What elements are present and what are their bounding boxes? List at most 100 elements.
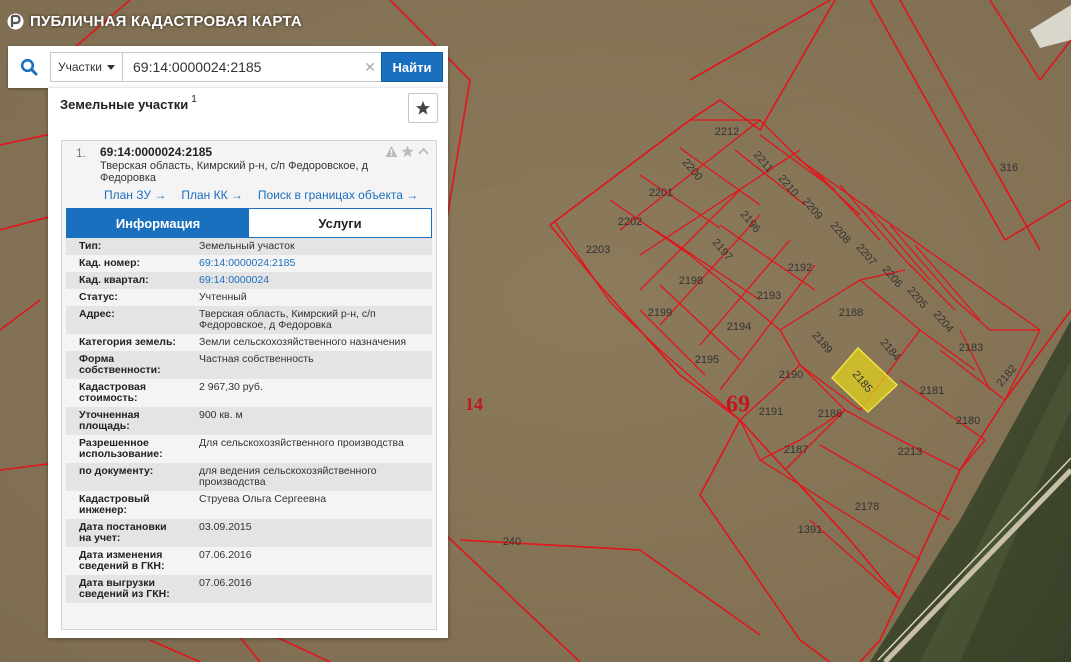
star-icon — [416, 101, 430, 115]
result-number: 1. — [76, 146, 87, 160]
info-row-value: Тверская область, Кимрский р-н, с/п Федо… — [199, 308, 376, 331]
plot-label: 2190 — [779, 369, 803, 381]
logo-icon — [7, 13, 24, 29]
search-input[interactable] — [123, 53, 359, 81]
plot-label: 2193 — [757, 290, 781, 302]
info-row: Форма собственности: Частная собственност… — [66, 351, 432, 379]
info-row-value[interactable]: 69:14:0000024:2185 — [199, 258, 432, 269]
plot-label: 2191 — [759, 406, 783, 418]
card-header: 1. 69:14:0000024:2185 Тверская область, … — [62, 141, 436, 208]
info-row: Кад. квартал: 69:14:0000024 — [66, 272, 432, 289]
plot-label: 2201 — [649, 187, 673, 199]
plot-label: 1391 — [798, 524, 822, 536]
chevron-up-icon[interactable] — [417, 145, 430, 158]
info-row-label: Кадастровая стоимость: — [79, 381, 146, 404]
tab-info[interactable]: Информация — [67, 209, 249, 237]
info-row-value: Земельный участок — [199, 240, 295, 252]
link-plan-kk[interactable]: План КК → — [181, 188, 243, 202]
info-row: Кад. номер: 69:14:0000024:2185 — [66, 255, 432, 272]
info-row-value: 07.06.2016 — [199, 549, 252, 561]
plot-label: 2199 — [648, 307, 672, 319]
plot-label: 2183 — [959, 342, 983, 354]
plot-label: 2187 — [784, 444, 808, 456]
info-row-value: Для сельскохозяйственного производства — [199, 437, 404, 449]
plot-label: 2195 — [695, 354, 719, 366]
result-address: Тверская область, Кимрский р-н, с/п Федо… — [100, 160, 369, 184]
info-row-label: Дата изменения сведений в ГКН: — [79, 549, 165, 572]
info-row-value: Частная собственность — [199, 353, 314, 365]
search-button[interactable]: Найти — [381, 52, 443, 82]
app-header: ПУБЛИЧНАЯ КАДАСТРОВАЯ КАРТА — [0, 0, 302, 42]
panel-count: 1 — [191, 94, 197, 105]
app-title: ПУБЛИЧНАЯ КАДАСТРОВАЯ КАРТА — [30, 12, 302, 30]
card-tools — [385, 145, 430, 158]
info-row-value: 03.09.2015 — [199, 521, 252, 533]
info-row: Статус: Учтенный — [66, 289, 432, 306]
search-type-select[interactable]: Участки — [51, 53, 123, 81]
info-row-value[interactable]: 69:14:0000024 — [199, 275, 432, 286]
search-group: Участки ✕ — [50, 52, 381, 82]
star-icon[interactable] — [401, 145, 414, 158]
panel-title-text: Земельные участки — [60, 97, 189, 112]
plot-label: 2186 — [818, 408, 842, 420]
info-row: Дата постановки на учет: 03.09.2015 — [66, 519, 432, 547]
info-row-label: Кадастровый инженер: — [79, 493, 150, 516]
info-row: по документу: для ведения сельскохозяйств… — [66, 463, 432, 491]
tab-services[interactable]: Услуги — [249, 209, 431, 237]
info-row: Уточненная площадь: 900 кв. м — [66, 407, 432, 435]
info-row-label: Тип: — [79, 240, 102, 252]
warning-icon[interactable] — [385, 145, 398, 158]
info-row-label: Форма собственности: — [79, 353, 161, 376]
card-links: План ЗУ → План КК → Поиск в границах объ… — [104, 188, 418, 202]
result-card: 1. 69:14:0000024:2185 Тверская область, … — [61, 140, 437, 630]
info-row-label: Дата выгрузки сведений из ГКН: — [79, 577, 170, 600]
link-plan-zu[interactable]: План ЗУ → — [104, 188, 166, 202]
plot-label: 316 — [1000, 162, 1018, 174]
info-row-value: 900 кв. м — [199, 409, 243, 421]
info-row: Разрешенное использование: Для сельскохоз… — [66, 435, 432, 463]
plot-label: 2198 — [679, 275, 703, 287]
favorites-button[interactable] — [408, 93, 438, 123]
search-type-label: Участки — [58, 60, 102, 74]
info-row: Категория земель: Земли сельскохозяйствен… — [66, 334, 432, 351]
info-row-value: для ведения сельскохозяйственного произв… — [199, 465, 377, 488]
quarter-label: 14 — [465, 394, 483, 414]
info-row-value: 2 967,30 руб. — [199, 381, 263, 393]
info-row-label: Дата постановки на учет: — [79, 521, 167, 544]
plot-label: 2178 — [855, 501, 879, 513]
info-row-value: Учтенный — [199, 291, 247, 303]
panel-header: Земельные участки 1 — [48, 88, 448, 132]
plot-label: 2212 — [715, 126, 739, 138]
plot-label: 2213 — [898, 446, 922, 458]
quarter-label: 69 — [726, 392, 750, 418]
search-bar: Участки ✕ Найти — [8, 46, 448, 88]
results-panel: Земельные участки 1 1. 69:14:0000024:2185… — [48, 88, 448, 638]
clear-icon[interactable]: ✕ — [359, 53, 381, 81]
info-row-label: Кад. квартал: — [79, 274, 149, 286]
result-cad-number[interactable]: 69:14:0000024:2185 — [100, 145, 212, 159]
info-row: Кадастровый инженер: Струева Ольга Сергее… — [66, 491, 432, 519]
plot-label: 2188 — [839, 307, 863, 319]
info-row-label: Категория земель: — [79, 336, 176, 348]
panel-title: Земельные участки 1 — [60, 94, 197, 112]
plot-label: 240 — [503, 536, 521, 548]
plot-label: 2203 — [586, 244, 610, 256]
search-icon[interactable] — [14, 52, 44, 82]
info-row-value: 07.06.2016 — [199, 577, 252, 589]
plot-label: 2202 — [618, 216, 642, 228]
info-row-label: Кад. номер: — [79, 257, 141, 269]
info-row-label: Адрес: — [79, 308, 115, 320]
info-row-value: Струева Ольга Сергеевна — [199, 493, 327, 505]
link-search-in-bounds[interactable]: Поиск в границах объекта → — [258, 188, 418, 202]
plot-label: 2192 — [788, 262, 812, 274]
info-row: Дата изменения сведений в ГКН: 07.06.2016 — [66, 547, 432, 575]
info-table: Тип: Земельный участок Кад. номер: 69:14:00… — [66, 238, 432, 603]
info-row-label: Уточненная площадь: — [79, 409, 140, 432]
info-row-label: Разрешенное использование: — [79, 437, 163, 460]
info-row-value: Земли сельскохозяйственного назначения — [199, 336, 407, 348]
plot-label: 2181 — [920, 385, 944, 397]
info-row: Тип: Земельный участок — [66, 238, 432, 255]
info-row: Дата выгрузки сведений из ГКН: 07.06.2016 — [66, 575, 432, 603]
info-row-label: Статус: — [79, 291, 118, 303]
plot-label: 2194 — [727, 321, 751, 333]
